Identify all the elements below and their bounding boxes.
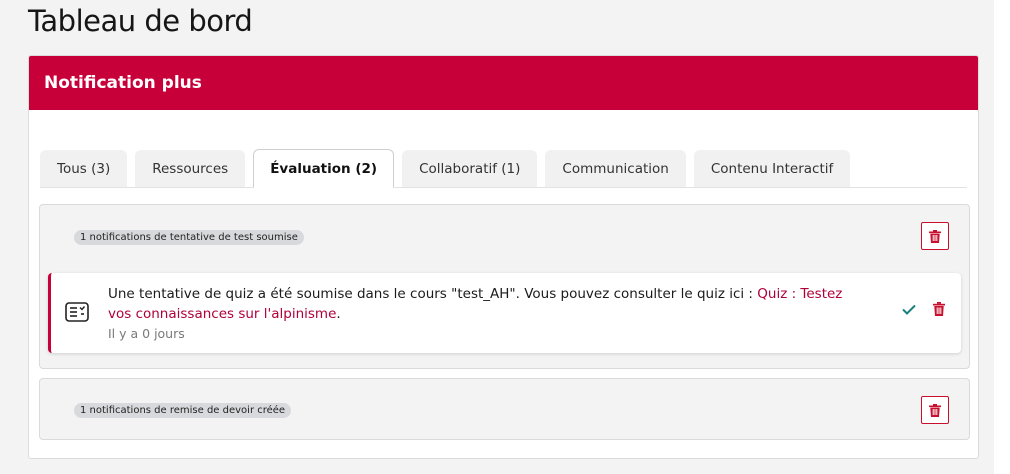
delete-group-button[interactable] [921, 396, 949, 424]
group-count-badge: 1 notifications de tentative de test sou… [74, 230, 304, 245]
tab-collaborative[interactable]: Collaboratif (1) [402, 150, 538, 187]
tab-bar: Tous (3) Ressources Évaluation (2) Colla… [40, 149, 967, 188]
notification-item: Une tentative de quiz a été soumise dans… [48, 273, 961, 353]
tab-all[interactable]: Tous (3) [40, 150, 128, 187]
tab-evaluation[interactable]: Évaluation (2) [253, 149, 395, 188]
tab-communication[interactable]: Communication [545, 150, 686, 187]
group-count-badge: 1 notifications de remise de devoir créé… [74, 403, 292, 418]
list-document-icon [65, 302, 89, 322]
tab-interactive-content[interactable]: Contenu Interactif [693, 150, 851, 187]
card-header: Notification plus [29, 56, 978, 110]
notification-group-quiz: 1 notifications de tentative de test sou… [39, 204, 970, 369]
delete-group-button[interactable] [921, 222, 949, 250]
trash-icon [929, 403, 941, 417]
notification-time: Il y a 0 jours [108, 326, 185, 341]
notification-card: Notification plus Tous (3) Ressources Év… [28, 55, 979, 459]
page-title: Tableau de bord [28, 4, 253, 38]
page-right-strip [994, 0, 1010, 474]
notification-message: Une tentative de quiz a été soumise dans… [108, 286, 843, 322]
notification-group-assignment: 1 notifications de remise de devoir créé… [39, 378, 970, 440]
card-title: Notification plus [44, 73, 202, 93]
trash-icon[interactable] [933, 302, 945, 316]
tab-resources[interactable]: Ressources [135, 150, 246, 187]
trash-icon [929, 229, 941, 243]
check-icon[interactable] [902, 304, 916, 315]
